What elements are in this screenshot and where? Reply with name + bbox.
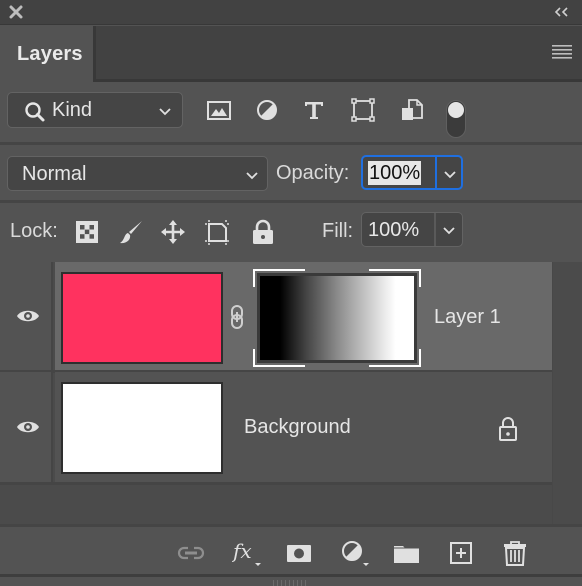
layer-mask-selection-frame[interactable] — [253, 269, 421, 367]
panel-footer: fx — [0, 524, 582, 574]
smart-object-filter-icon[interactable] — [398, 96, 426, 124]
panel-tabbar: Layers — [0, 26, 582, 82]
shape-filter-icon[interactable] — [349, 96, 377, 124]
chevron-down-icon — [159, 108, 171, 116]
layer-name[interactable]: Background — [244, 416, 351, 439]
lock-all-icon[interactable] — [250, 218, 276, 246]
fill-divider — [434, 213, 436, 246]
tab-layers-label: Layers — [17, 43, 83, 65]
type-filter-icon[interactable] — [300, 96, 328, 124]
adjustment-filter-icon[interactable] — [253, 96, 281, 124]
tab-divider — [93, 26, 96, 82]
fill-label: Fill: — [322, 220, 354, 242]
blend-row: Normal Opacity: 100% — [0, 145, 582, 200]
filter-kind-select[interactable]: Kind — [7, 92, 183, 128]
new-adjustment-layer-button[interactable] — [338, 537, 372, 569]
filter-toggle[interactable] — [446, 100, 466, 138]
opacity-divider — [435, 157, 437, 188]
chain-link-icon[interactable] — [229, 304, 245, 330]
layer-thumbnail[interactable] — [61, 272, 223, 364]
filter-row: Kind — [0, 82, 582, 142]
lock-label: Lock: — [10, 220, 58, 242]
layer-body[interactable]: Layer 1 — [55, 262, 552, 370]
new-layer-icon[interactable] — [446, 539, 476, 567]
filter-kind-label: Kind — [52, 99, 93, 121]
lock-row: Lock: Fill: 100% — [0, 203, 582, 258]
chevron-down-icon — [246, 172, 258, 180]
layer-thumbnail[interactable] — [61, 382, 223, 474]
search-icon — [25, 102, 45, 122]
lock-position-icon[interactable] — [160, 218, 186, 246]
layer-body[interactable]: Background — [55, 372, 552, 482]
delete-layer-icon[interactable] — [500, 539, 530, 567]
layer-divider — [0, 482, 552, 485]
opacity-value[interactable]: 100% — [368, 161, 422, 185]
add-mask-icon[interactable] — [284, 539, 314, 567]
lock-transparent-pixels-icon[interactable] — [74, 218, 100, 246]
resize-grip[interactable] — [273, 580, 309, 586]
eye-icon[interactable] — [16, 308, 40, 324]
lock-icon[interactable] — [498, 416, 518, 442]
layer-row-background[interactable]: Background — [0, 372, 552, 482]
new-adjustment-layer-icon — [342, 541, 369, 566]
image-filter-icon[interactable] — [205, 96, 233, 124]
visibility-toggle[interactable] — [0, 262, 53, 370]
opacity-label: Opacity: — [276, 162, 350, 184]
tab-layers[interactable]: Layers — [0, 26, 93, 82]
close-icon[interactable] — [8, 4, 24, 20]
scrollbar-track[interactable] — [552, 262, 582, 524]
chevron-down-icon[interactable] — [443, 170, 457, 179]
chevron-down-icon[interactable] — [442, 226, 456, 235]
lock-image-pixels-icon[interactable] — [118, 218, 144, 246]
layer-name[interactable]: Layer 1 — [434, 306, 501, 329]
hamburger-menu-icon[interactable] — [552, 44, 572, 60]
visibility-toggle[interactable] — [0, 372, 53, 482]
fx-styles-icon: fx — [231, 539, 261, 566]
lock-artboard-icon[interactable] — [204, 218, 230, 246]
svg-text:fx: fx — [232, 539, 252, 563]
layers-list: Layer 1 Background — [0, 262, 582, 524]
blend-mode-select[interactable]: Normal — [7, 156, 268, 191]
fill-value[interactable]: 100% — [368, 219, 419, 242]
link-layers-icon[interactable] — [176, 539, 206, 567]
layer-row-layer-1[interactable]: Layer 1 — [0, 262, 552, 370]
layer-mask-thumbnail[interactable] — [257, 273, 417, 363]
new-group-icon[interactable] — [392, 539, 422, 567]
opacity-field[interactable]: 100% — [361, 155, 463, 190]
blend-mode-value: Normal — [22, 163, 87, 185]
fill-field[interactable]: 100% — [361, 212, 463, 247]
filter-toggle-knob — [448, 102, 464, 118]
panel-bottom-edge — [0, 574, 582, 586]
eye-icon[interactable] — [16, 419, 40, 435]
panel-titlebar — [0, 0, 582, 25]
fx-styles-button[interactable]: fx — [231, 537, 264, 569]
double-chevron-left-icon[interactable] — [554, 6, 570, 18]
